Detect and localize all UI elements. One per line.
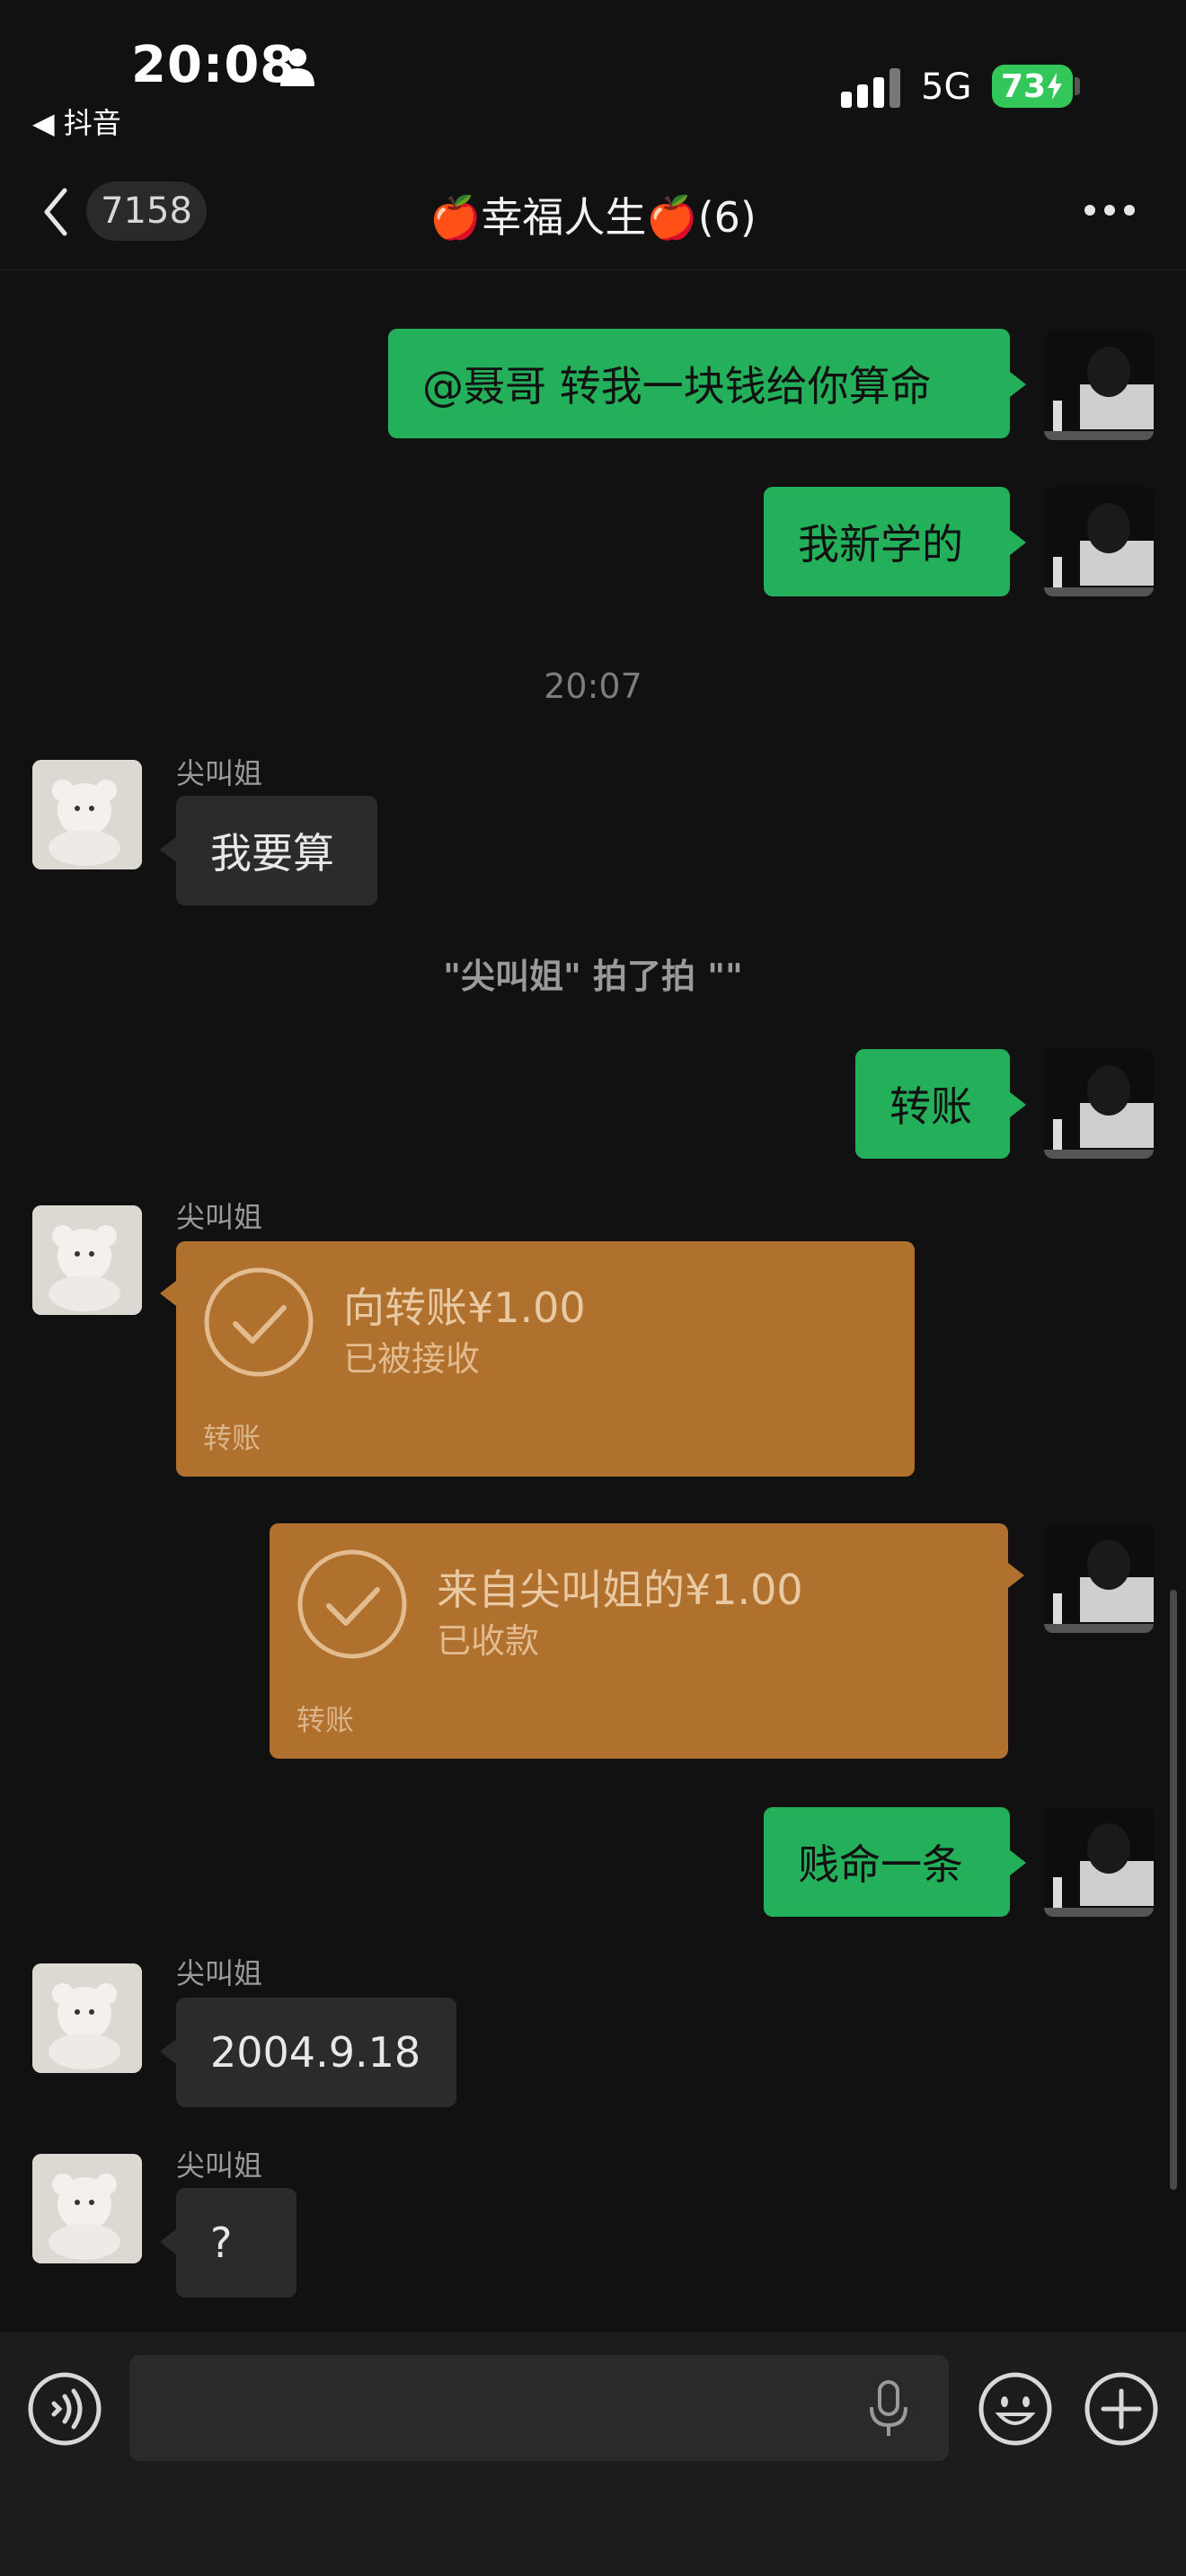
sender-name: 尖叫姐 <box>176 1200 263 1234</box>
message-text: 我要算 <box>210 829 334 878</box>
transfer-status: 已被接收 <box>343 1339 481 1379</box>
avatar-self[interactable] <box>1044 1523 1154 1633</box>
message-bubble-self[interactable]: 贱命一条 <box>764 1807 1010 1917</box>
scrollbar[interactable] <box>1170 1590 1177 2190</box>
check-circle-icon <box>297 1549 407 1659</box>
message-text: ? <box>210 2219 233 2267</box>
message-bubble-other[interactable]: 2004.9.18 <box>176 1998 456 2107</box>
avatar-other[interactable] <box>32 2154 142 2263</box>
plus-icon[interactable] <box>1084 2371 1159 2447</box>
status-time: 20:08 <box>131 36 296 94</box>
message-bubble-self[interactable]: 转账 <box>855 1049 1010 1159</box>
transfer-card[interactable]: 向转账¥1.00 已被接收 转账 <box>176 1241 915 1477</box>
back-to-app-link[interactable]: ◀ 抖音 <box>32 101 121 142</box>
avatar-other[interactable] <box>32 1205 142 1315</box>
bubble-tail <box>160 2039 176 2064</box>
system-message: "尖叫姐" 拍了拍 "" <box>443 957 743 996</box>
message-bubble-self[interactable]: 我新学的 <box>764 487 1010 596</box>
message-text: @聂哥 转我一块钱给你算命 <box>422 362 932 410</box>
charging-icon <box>1048 73 1063 100</box>
battery-tip <box>1075 77 1080 95</box>
chat-title[interactable]: 🍎幸福人生🍎(6) <box>0 185 1186 244</box>
transfer-amount: 来自尖叫姐的¥1.00 <box>437 1566 803 1614</box>
message-bubble-self[interactable]: @聂哥 转我一块钱给你算命 <box>388 329 1010 438</box>
person-icon <box>280 49 314 86</box>
message-input[interactable] <box>129 2355 949 2461</box>
bubble-tail <box>160 2229 176 2254</box>
avatar-self[interactable] <box>1044 331 1154 440</box>
sender-name: 尖叫姐 <box>176 1956 263 1990</box>
signal-icon <box>841 68 900 108</box>
transfer-status: 已收款 <box>437 1621 540 1661</box>
avatar-other[interactable] <box>32 760 142 869</box>
message-bubble-other[interactable]: ? <box>176 2188 296 2298</box>
battery-level: 73 <box>1001 67 1047 105</box>
network-label: 5G <box>921 66 972 108</box>
avatar-self[interactable] <box>1044 1807 1154 1917</box>
message-text: 我新学的 <box>798 520 963 569</box>
avatar-self[interactable] <box>1044 1049 1154 1159</box>
bubble-tail <box>160 837 176 862</box>
avatar-self[interactable] <box>1044 487 1154 596</box>
transfer-footer: 转账 <box>296 1703 355 1737</box>
message-text: 转账 <box>890 1082 972 1131</box>
message-timestamp: 20:07 <box>544 666 642 706</box>
message-text: 贱命一条 <box>798 1840 963 1889</box>
transfer-amount: 向转账¥1.00 <box>343 1284 586 1332</box>
sender-name: 尖叫姐 <box>176 2148 263 2183</box>
bubble-tail <box>1010 530 1026 555</box>
emoji-icon[interactable] <box>978 2371 1053 2447</box>
sender-name: 尖叫姐 <box>176 756 263 790</box>
transfer-card[interactable]: 来自尖叫姐的¥1.00 已收款 转账 <box>270 1523 1008 1759</box>
check-circle-icon <box>204 1267 314 1377</box>
avatar-other[interactable] <box>32 1963 142 2073</box>
bubble-tail <box>1010 372 1026 397</box>
message-bubble-other[interactable]: 我要算 <box>176 796 377 905</box>
bubble-tail <box>1010 1092 1026 1117</box>
transfer-footer: 转账 <box>203 1421 261 1455</box>
bubble-tail <box>1010 1850 1026 1875</box>
bubble-tail <box>1008 1563 1024 1588</box>
bubble-tail <box>160 1281 176 1306</box>
message-text: 2004.9.18 <box>210 2028 421 2077</box>
more-dots-icon[interactable] <box>1084 203 1136 217</box>
voice-icon[interactable] <box>27 2371 102 2447</box>
microphone-icon[interactable] <box>868 2380 909 2438</box>
battery-indicator: 73 <box>992 65 1073 108</box>
